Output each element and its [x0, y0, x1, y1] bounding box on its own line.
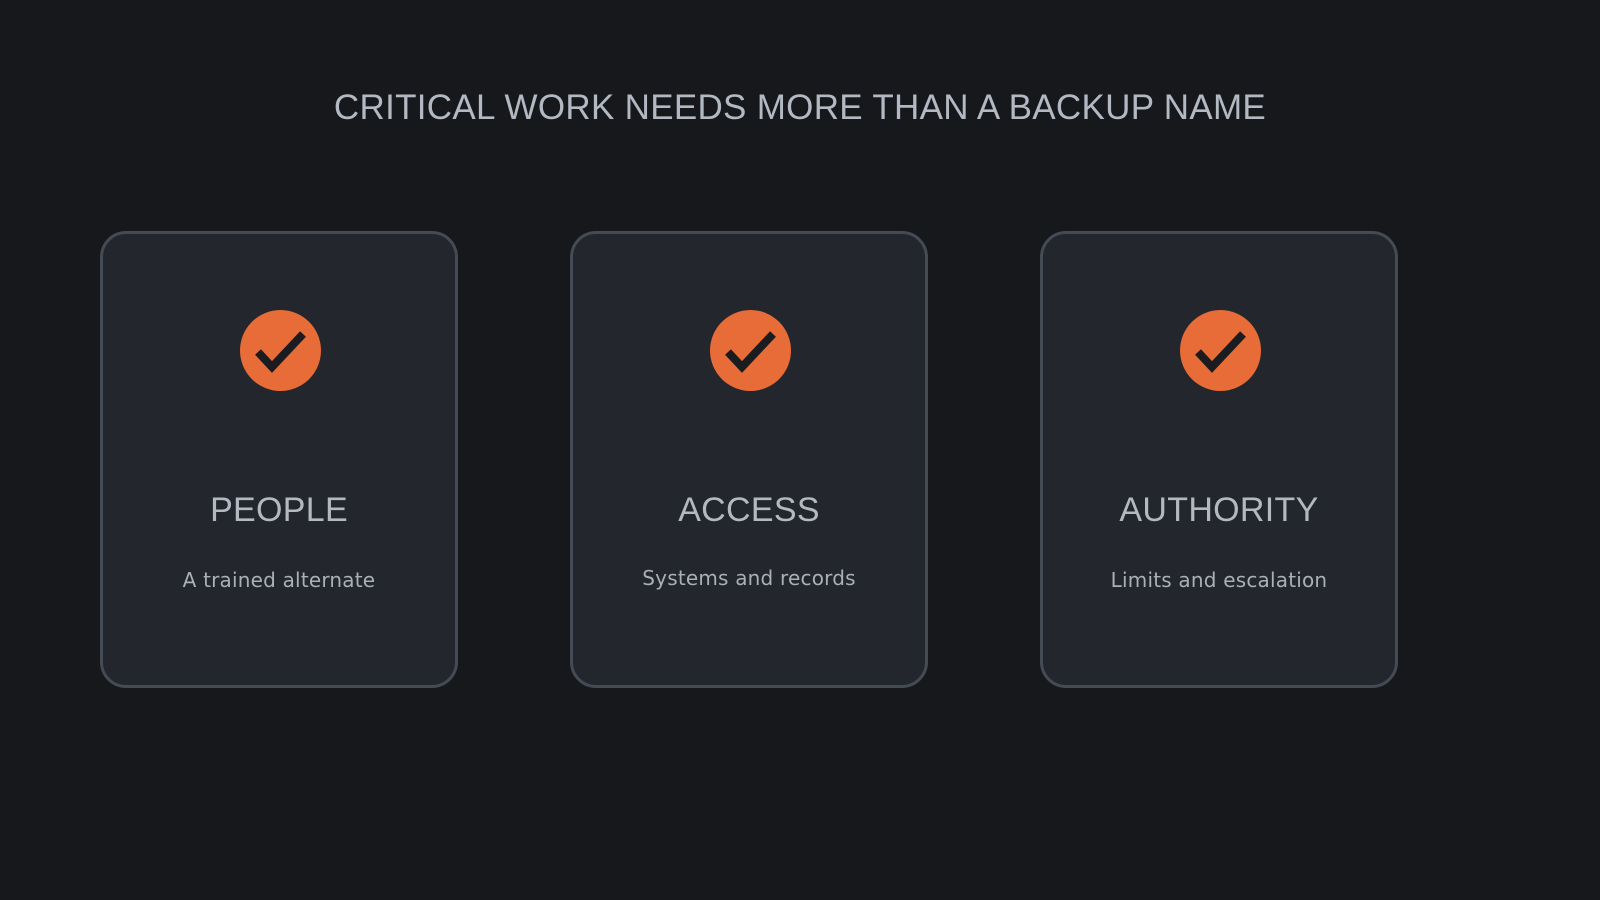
check-circle-icon — [1180, 310, 1261, 391]
check-circle-icon — [240, 310, 321, 391]
card-description: A trained alternate — [182, 568, 376, 592]
card-description: Systems and records — [642, 566, 856, 590]
card-access: ACCESS Systems and records — [570, 231, 928, 688]
card-people: PEOPLE A trained alternate — [100, 231, 458, 688]
card-heading: PEOPLE — [210, 491, 348, 529]
card-heading: AUTHORITY — [1119, 491, 1319, 529]
card-authority: AUTHORITY Limits and escalation — [1040, 231, 1398, 688]
check-circle-icon — [710, 310, 791, 391]
card-heading: ACCESS — [678, 491, 820, 529]
card-description: Limits and escalation — [1110, 568, 1328, 592]
slide-title: CRITICAL WORK NEEDS MORE THAN A BACKUP N… — [333, 88, 1267, 127]
